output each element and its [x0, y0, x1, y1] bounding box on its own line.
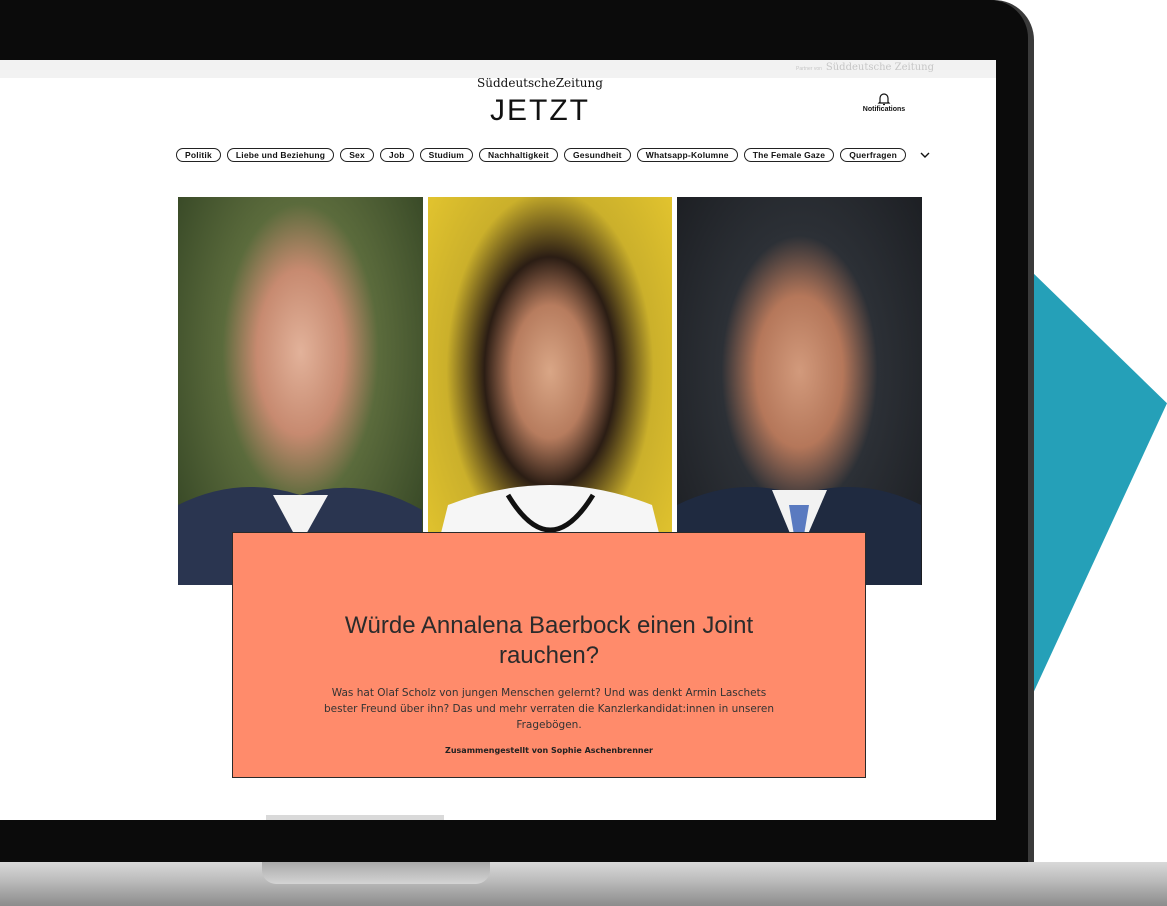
nav-item-job[interactable]: Job: [379, 148, 414, 162]
photo-candidate-2: [427, 197, 673, 585]
photo-candidate-3: [677, 197, 923, 585]
nav-item-querfragen[interactable]: Querfragen: [840, 148, 907, 162]
horizontal-scrollbar[interactable]: [266, 815, 444, 820]
category-nav: Politik Liebe und Beziehung Sex Job Stud…: [176, 145, 932, 165]
laptop-screen: Partner von Süddeutsche Zeitung Süddeutsc…: [0, 60, 996, 820]
background-teal-arrow: [1030, 270, 1167, 700]
nav-item-nachhaltigkeit[interactable]: Nachhaltigkeit: [479, 148, 558, 162]
article-author: Zusammengestellt von Sophie Aschenbrenne…: [445, 746, 653, 755]
nav-item-whatsapp[interactable]: Whatsapp-Kolumne: [636, 148, 738, 162]
partner-label[interactable]: Partner von Süddeutsche Zeitung: [796, 62, 934, 73]
notifications-label: Notifications: [862, 106, 906, 113]
nav-item-sex[interactable]: Sex: [340, 148, 374, 162]
nav-item-politik[interactable]: Politik: [176, 148, 221, 162]
partner-name: Süddeutsche Zeitung: [825, 62, 934, 73]
laptop-hinge-notch: [262, 862, 490, 884]
partner-prefix: Partner von: [796, 66, 822, 72]
publisher-logo[interactable]: SüddeutscheZeitung: [0, 76, 996, 90]
site-title[interactable]: JETZT: [0, 94, 996, 128]
notifications-button[interactable]: Notifications: [858, 92, 910, 113]
nav-item-female-gaze[interactable]: The Female Gaze: [743, 148, 835, 162]
photo-candidate-1: [178, 197, 423, 585]
laptop-base: [0, 862, 1167, 906]
hero-image[interactable]: [178, 197, 923, 585]
article-headline[interactable]: Würde Annalena Baerbock einen Joint rauc…: [293, 611, 805, 671]
article-teaser-card[interactable]: Würde Annalena Baerbock einen Joint rauc…: [232, 532, 866, 778]
nav-item-liebe[interactable]: Liebe und Beziehung: [226, 148, 335, 162]
article-teaser: Was hat Olaf Scholz von jungen Menschen …: [323, 687, 775, 731]
chevron-down-icon[interactable]: [918, 148, 932, 162]
bell-icon: [877, 93, 891, 106]
nav-item-gesundheit[interactable]: Gesundheit: [563, 148, 631, 162]
nav-item-studium[interactable]: Studium: [419, 148, 474, 162]
